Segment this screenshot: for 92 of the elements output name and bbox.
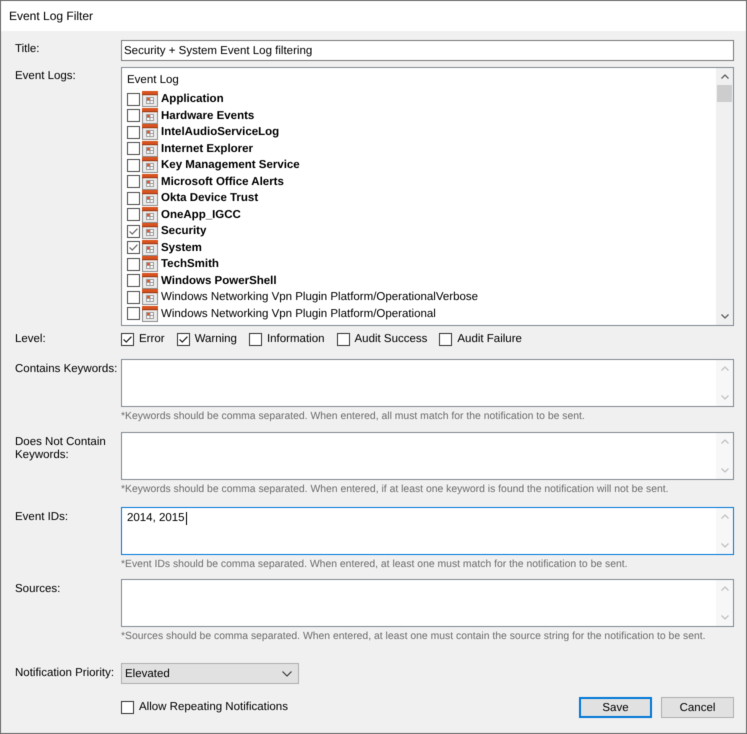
event-log-icon bbox=[142, 124, 158, 140]
checkbox[interactable] bbox=[127, 126, 140, 139]
text-area-field[interactable] bbox=[121, 579, 734, 627]
checkbox-label[interactable]: Audit Success bbox=[354, 332, 428, 346]
default-button[interactable]: Save bbox=[579, 697, 652, 718]
list-header: Event Log bbox=[127, 73, 179, 87]
checkbox[interactable] bbox=[439, 332, 452, 346]
event-log-name[interactable]: Security bbox=[161, 224, 206, 238]
hint-text: *Keywords should be comma separated. When entered, all must match for the notification to be sent. bbox=[121, 411, 585, 423]
chevron-up-icon bbox=[720, 366, 728, 371]
chevron-down-icon bbox=[720, 543, 728, 548]
chevron-down-icon bbox=[720, 615, 728, 620]
chevron-up-icon bbox=[720, 514, 728, 519]
checkbox[interactable] bbox=[176, 332, 190, 346]
checkbox[interactable] bbox=[121, 332, 134, 346]
hint-text: *Sources should be comma separated. When entered, at least one must contain the source string for the notification to be sent. bbox=[121, 631, 706, 643]
event-log-name[interactable]: OneApp_IGCC bbox=[161, 208, 241, 222]
checkbox[interactable] bbox=[127, 224, 140, 238]
event-log-icon bbox=[142, 240, 158, 256]
event-log-icon bbox=[142, 272, 158, 289]
event-log-name[interactable]: Windows Networking Vpn Plugin Platform/OperationalVerbose bbox=[161, 290, 478, 304]
text-area-field[interactable] bbox=[121, 432, 734, 480]
checkbox[interactable] bbox=[127, 258, 140, 271]
checkbox[interactable] bbox=[248, 332, 262, 346]
checkbox[interactable] bbox=[127, 241, 140, 254]
scrollbar-thumb[interactable] bbox=[717, 85, 732, 102]
event-log-name[interactable]: Key Management Service bbox=[161, 158, 300, 172]
checkbox-label[interactable]: Warning bbox=[194, 332, 237, 346]
checkbox[interactable] bbox=[127, 142, 140, 156]
checkbox[interactable] bbox=[127, 307, 140, 320]
chevron-down-icon bbox=[720, 395, 728, 400]
event-log-name[interactable]: Microsoft Office Alerts bbox=[161, 174, 284, 189]
chevron-down-icon bbox=[282, 670, 292, 676]
text-cursor-icon bbox=[186, 512, 187, 525]
event-log-icon bbox=[142, 108, 158, 124]
dialog-button[interactable]: Cancel bbox=[661, 697, 734, 718]
event-log-icon bbox=[142, 206, 158, 223]
event-log-icon bbox=[142, 306, 158, 322]
event-log-icon bbox=[142, 91, 158, 108]
title-input[interactable]: Security + System Event Log filtering bbox=[121, 40, 734, 61]
field-label: Event Logs: bbox=[15, 70, 76, 83]
chevron-down-icon bbox=[720, 314, 728, 319]
event-log-icon bbox=[142, 223, 158, 240]
checkbox-label[interactable]: Allow Repeating Notifications bbox=[139, 701, 288, 714]
chevron-up-icon bbox=[720, 586, 728, 591]
checkbox[interactable] bbox=[127, 175, 140, 188]
chevron-down-icon bbox=[720, 468, 728, 473]
field-label: Notification Priority: bbox=[15, 667, 114, 680]
checkbox[interactable] bbox=[127, 109, 140, 122]
field-label: Sources: bbox=[15, 583, 60, 596]
chevron-up-icon bbox=[720, 74, 728, 79]
event-log-name[interactable]: Internet Explorer bbox=[161, 142, 254, 156]
event-log-name[interactable]: Windows PowerShell bbox=[161, 274, 277, 288]
event-log-name[interactable]: System bbox=[161, 240, 202, 255]
event-log-name[interactable]: TechSmith bbox=[161, 257, 219, 272]
priority-dropdown[interactable]: Elevated bbox=[121, 663, 299, 684]
event-log-name[interactable]: IntelAudioServiceLog bbox=[161, 125, 280, 140]
checkbox[interactable] bbox=[127, 274, 140, 288]
event-log-name[interactable]: Okta Device Trust bbox=[161, 191, 258, 206]
checkbox[interactable] bbox=[336, 332, 350, 346]
text-area-field[interactable] bbox=[121, 359, 734, 407]
event-log-name[interactable]: Application bbox=[161, 92, 224, 106]
field-label: Event IDs: bbox=[15, 511, 68, 524]
event-log-icon bbox=[142, 140, 158, 157]
field-value: 2014, 2015 bbox=[127, 512, 185, 525]
checkbox[interactable] bbox=[121, 701, 134, 714]
event-log-icon bbox=[142, 256, 158, 272]
checkbox[interactable] bbox=[127, 208, 140, 222]
checkbox-label[interactable]: Error bbox=[139, 332, 165, 346]
field-label: Level: bbox=[15, 333, 46, 346]
window-title: Event Log Filter bbox=[9, 9, 94, 23]
checkbox[interactable] bbox=[127, 158, 140, 172]
field-label: Title: bbox=[15, 43, 40, 56]
chevron-up-icon bbox=[720, 439, 728, 444]
checkbox[interactable] bbox=[127, 92, 140, 106]
field-label: Contains Keywords: bbox=[15, 363, 118, 376]
checkbox-label[interactable]: Information bbox=[266, 332, 324, 346]
hint-text: *Event IDs should be comma separated. When entered, at least one must match for the notification to be sent. bbox=[121, 559, 628, 571]
text-area-field[interactable]: 2014, 2015 bbox=[121, 507, 734, 555]
event-log-name[interactable]: Windows Networking Vpn Plugin Platform/Operational bbox=[161, 306, 436, 321]
checkbox-label[interactable]: Audit Failure bbox=[457, 332, 522, 346]
checkmark-icon bbox=[123, 336, 132, 342]
checkbox[interactable] bbox=[127, 192, 140, 205]
hint-text: *Keywords should be comma separated. When entered, if at least one keyword is found the notification will not be sent. bbox=[121, 484, 669, 496]
field-label: Does Not Contain Keywords: bbox=[15, 436, 107, 462]
event-log-name[interactable]: Hardware Events bbox=[161, 108, 254, 123]
event-log-icon bbox=[142, 174, 158, 190]
checkbox[interactable] bbox=[127, 290, 140, 304]
event-log-icon bbox=[142, 190, 158, 206]
checkmark-icon bbox=[178, 336, 188, 342]
event-log-icon bbox=[142, 289, 158, 306]
event-log-icon bbox=[142, 157, 158, 174]
